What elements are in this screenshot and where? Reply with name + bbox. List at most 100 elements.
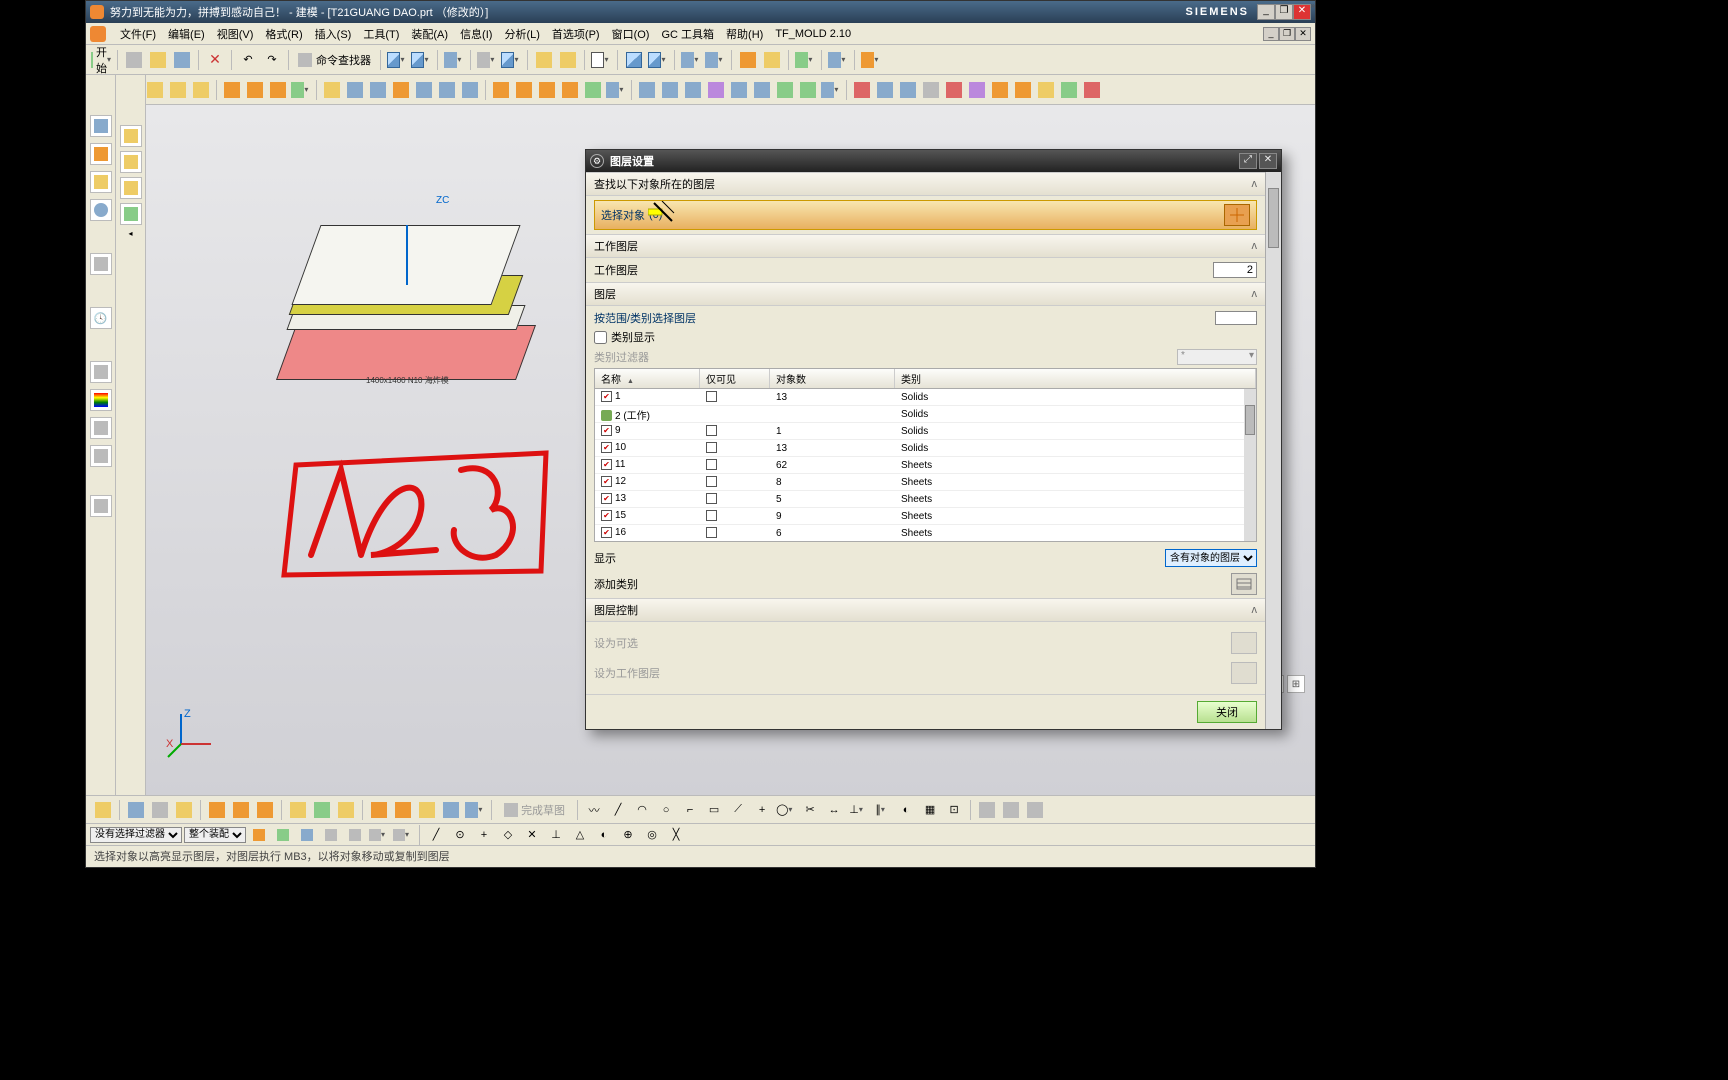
layer-checkbox[interactable] <box>601 493 612 504</box>
snap-4[interactable]: ◇ <box>497 824 519 846</box>
menu-gctool[interactable]: GC 工具箱 <box>655 24 720 44</box>
tb-a1[interactable]: ▾ <box>386 49 408 71</box>
selection-scope-select[interactable]: 整个装配 <box>184 827 246 843</box>
snap-9[interactable]: ⊕ <box>617 824 639 846</box>
snap-6[interactable]: ⊥ <box>545 824 567 846</box>
layer-checkbox[interactable] <box>601 442 612 453</box>
dialog-undock-button[interactable]: ⤢ <box>1239 153 1257 169</box>
snap-8[interactable]: ◐ <box>593 824 615 846</box>
layer-checkbox[interactable] <box>601 510 612 521</box>
menu-edit[interactable]: 编辑(E) <box>162 24 211 44</box>
c-line[interactable]: ╱ <box>607 799 629 821</box>
fb-30[interactable]: ▾ <box>820 79 842 101</box>
sb-10[interactable] <box>335 799 357 821</box>
rb-navigator[interactable] <box>90 115 112 137</box>
redo-button[interactable]: ↷ <box>261 49 283 71</box>
table-row[interactable]: 2 (工作)Solids <box>595 406 1256 423</box>
layer-checkbox[interactable] <box>601 391 612 402</box>
c-con[interactable]: ∥▾ <box>871 799 893 821</box>
menu-tfmold[interactable]: TF_MOLD 2.10 <box>769 26 857 42</box>
minimize-button[interactable]: _ <box>1257 4 1275 20</box>
menu-format[interactable]: 格式(R) <box>259 24 308 44</box>
dialog-close-ok-button[interactable]: 关闭 <box>1197 701 1257 723</box>
c-dim[interactable]: ⊥▾ <box>847 799 869 821</box>
table-row[interactable]: 1013Solids <box>595 440 1256 457</box>
fb-25[interactable] <box>705 79 727 101</box>
rb-x4[interactable] <box>90 445 112 467</box>
dialog-close-button[interactable]: ✕ <box>1259 153 1277 169</box>
fb-8[interactable]: ▾ <box>290 79 312 101</box>
tb-a6[interactable] <box>533 49 555 71</box>
fb-26[interactable] <box>728 79 750 101</box>
fb-36[interactable] <box>966 79 988 101</box>
snap-2[interactable]: ⊙ <box>449 824 471 846</box>
tb-a5[interactable]: ▾ <box>500 49 522 71</box>
table-row[interactable]: 159Sheets <box>595 508 1256 525</box>
visible-checkbox[interactable] <box>706 510 717 521</box>
section-find-header[interactable]: 查找以下对象所在的图层 ʌ <box>586 172 1265 196</box>
fb-19[interactable] <box>559 79 581 101</box>
sb-2[interactable] <box>125 799 147 821</box>
sb-6[interactable] <box>230 799 252 821</box>
sel-3[interactable] <box>296 824 318 846</box>
save-button[interactable] <box>171 49 193 71</box>
fb-20[interactable] <box>582 79 604 101</box>
fb-9[interactable] <box>321 79 343 101</box>
fb-16[interactable] <box>490 79 512 101</box>
finish-sketch-button[interactable]: 完成草图 <box>497 799 572 821</box>
menu-analysis[interactable]: 分析(L) <box>498 24 545 44</box>
fb-5[interactable] <box>221 79 243 101</box>
rb-clock[interactable]: 🕓 <box>90 307 112 329</box>
tb-a14[interactable] <box>761 49 783 71</box>
category-display-checkbox[interactable] <box>594 331 607 344</box>
tb-a16[interactable]: ▾ <box>827 49 849 71</box>
menu-help[interactable]: 帮助(H) <box>720 24 769 44</box>
snap-3[interactable]: + <box>473 824 495 846</box>
menu-prefs[interactable]: 首选项(P) <box>546 24 606 44</box>
rb-x3[interactable] <box>90 417 112 439</box>
lt-2[interactable] <box>120 151 142 173</box>
work-layer-input[interactable] <box>1213 262 1257 278</box>
sb-1[interactable] <box>92 799 114 821</box>
rb-part[interactable] <box>90 143 112 165</box>
fb-35[interactable] <box>943 79 965 101</box>
open-button[interactable] <box>147 49 169 71</box>
sel-6[interactable]: ▾ <box>368 824 390 846</box>
c-m4[interactable] <box>976 799 998 821</box>
c-m3[interactable]: ⊡ <box>943 799 965 821</box>
fb-31[interactable] <box>851 79 873 101</box>
section-work-header[interactable]: 工作图层 ʌ <box>586 234 1265 258</box>
select-object-button[interactable] <box>1224 204 1250 226</box>
add-category-button[interactable] <box>1231 573 1257 595</box>
visible-checkbox[interactable] <box>706 391 717 402</box>
c-ext[interactable]: ↔ <box>823 799 845 821</box>
table-row[interactable]: 113Solids <box>595 389 1256 406</box>
tb-a7[interactable] <box>557 49 579 71</box>
mdi-restore-button[interactable]: ❐ <box>1279 27 1295 41</box>
tb-a3[interactable]: ▾ <box>443 49 465 71</box>
fb-2[interactable] <box>144 79 166 101</box>
collapse-icon[interactable]: ʌ <box>1252 288 1258 300</box>
lt-4[interactable] <box>120 203 142 225</box>
menu-view[interactable]: 视图(V) <box>211 24 260 44</box>
ime-more-button[interactable]: ⊞ <box>1287 675 1305 693</box>
snap-1[interactable]: ╱ <box>425 824 447 846</box>
tb-a15[interactable]: ▾ <box>794 49 816 71</box>
menu-assembly[interactable]: 装配(A) <box>405 24 454 44</box>
sel-2[interactable] <box>272 824 294 846</box>
rb-layer[interactable] <box>90 253 112 275</box>
fb-15[interactable] <box>459 79 481 101</box>
undo-button[interactable]: ↶ <box>237 49 259 71</box>
maximize-button[interactable]: ❐ <box>1275 4 1293 20</box>
new-button[interactable] <box>123 49 145 71</box>
fb-18[interactable] <box>536 79 558 101</box>
table-scrollbar[interactable] <box>1244 389 1256 541</box>
col-visible-header[interactable]: 仅可见 <box>700 369 770 388</box>
tb-a17[interactable]: ▾ <box>860 49 882 71</box>
rb-x5[interactable] <box>90 495 112 517</box>
col-count-header[interactable]: 对象数 <box>770 369 895 388</box>
fb-23[interactable] <box>659 79 681 101</box>
fb-28[interactable] <box>774 79 796 101</box>
tb-a2[interactable]: ▾ <box>410 49 432 71</box>
fb-37[interactable] <box>989 79 1011 101</box>
